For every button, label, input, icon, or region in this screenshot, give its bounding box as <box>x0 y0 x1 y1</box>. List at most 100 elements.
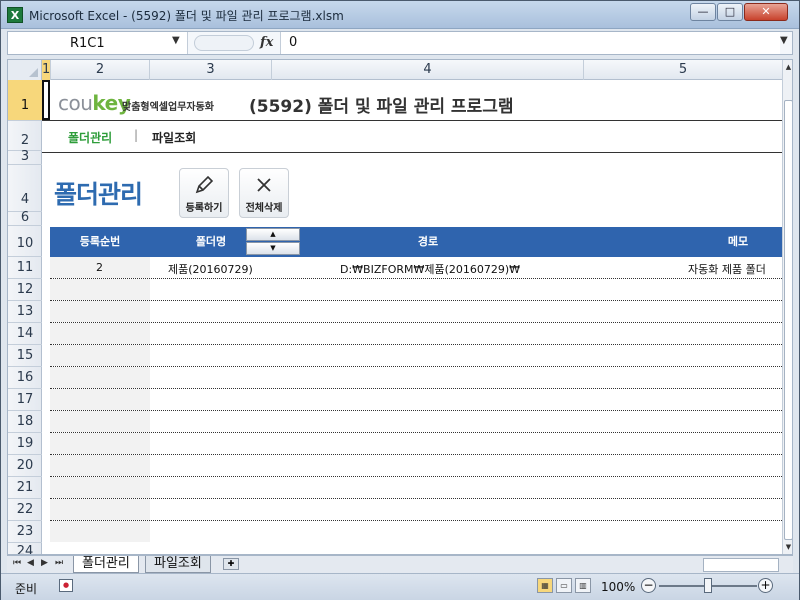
row-header[interactable]: 12 <box>8 279 42 301</box>
row-header[interactable]: 22 <box>8 499 42 521</box>
row-folder-name: 제품(20160729) <box>168 263 253 276</box>
minimize-button[interactable]: — <box>690 3 716 21</box>
scroll-thumb[interactable] <box>784 100 792 540</box>
status-ready: 준비 <box>15 582 38 596</box>
column-header-bar: 1 2 3 4 5 <box>8 60 792 80</box>
page-break-view-icon[interactable]: ▥ <box>575 578 591 593</box>
table-row[interactable] <box>50 367 782 389</box>
table-row[interactable] <box>50 499 782 521</box>
expand-formula-bar-icon[interactable]: ▼ <box>780 35 788 46</box>
scroll-up-icon[interactable]: ▲ <box>784 62 792 72</box>
column-title-memo: 메모 <box>727 235 749 248</box>
status-bar: 준비 ● ▦ ▭ ▥ 100% − + <box>1 573 799 600</box>
name-box[interactable]: R1C1 ▼ <box>8 32 188 54</box>
name-box-value: R1C1 <box>70 36 105 51</box>
column-header[interactable]: 1 <box>42 60 51 80</box>
row-header[interactable]: 3 <box>8 150 42 165</box>
scroll-down-icon[interactable]: ▼ <box>784 542 792 552</box>
last-sheet-icon[interactable]: ⏭ <box>55 558 63 568</box>
nav-link-file-search[interactable]: 파일조회 <box>152 129 196 146</box>
formula-bar-splitter[interactable] <box>194 35 254 51</box>
zoom-out-icon[interactable]: − <box>641 578 656 593</box>
cell-area[interactable]: coukey 맞춤형엑셀업무자동화 (5592) 폴더 및 파일 관리 프로그램… <box>42 80 782 554</box>
table-row[interactable] <box>50 455 782 477</box>
row-header[interactable]: 15 <box>8 345 42 367</box>
nav-separator: | <box>134 128 139 142</box>
row-header[interactable]: 21 <box>8 477 42 499</box>
sheet-tab-bar: ⏮ ◀ ▶ ⏭ 폴더관리 파일조회 ✚ <box>7 555 793 573</box>
select-all-corner[interactable] <box>8 60 42 80</box>
page-title: (5592) 폴더 및 파일 관리 프로그램 <box>249 97 514 117</box>
row-header[interactable]: 10 <box>8 226 42 257</box>
register-label: 등록하기 <box>185 203 223 214</box>
maximize-button[interactable]: □ <box>717 3 743 21</box>
next-sheet-icon[interactable]: ▶ <box>41 558 48 568</box>
table-row[interactable] <box>50 345 782 367</box>
table-row[interactable] <box>50 521 782 543</box>
row-path: D:₩BIZFORM₩제품(20160729)₩ <box>340 263 521 276</box>
sheet-tab-folder-management[interactable]: 폴더관리 <box>73 556 139 573</box>
table-row[interactable] <box>50 433 782 455</box>
prev-sheet-icon[interactable]: ◀ <box>27 558 34 568</box>
row-header[interactable]: 6 <box>8 211 42 226</box>
table-row[interactable] <box>50 477 782 499</box>
active-cell[interactable] <box>42 80 50 120</box>
nav-divider <box>42 152 782 153</box>
section-title: 폴더관리 <box>54 180 143 209</box>
row-header[interactable]: 16 <box>8 367 42 389</box>
insert-function-icon[interactable]: fx <box>260 35 273 50</box>
delete-all-button[interactable]: 전체삭제 <box>239 168 289 218</box>
zoom-level[interactable]: 100% <box>601 580 635 594</box>
row-header[interactable]: 24 <box>8 543 42 554</box>
title-divider <box>42 120 782 121</box>
formula-input[interactable]: 0 <box>280 32 780 54</box>
row-header[interactable]: 19 <box>8 433 42 455</box>
row-header[interactable]: 2 <box>8 121 42 151</box>
column-title-path: 경로 <box>417 235 439 248</box>
row-header[interactable]: 4 <box>8 165 42 212</box>
formula-value: 0 <box>289 35 298 50</box>
excel-app-icon[interactable]: X <box>7 7 23 23</box>
column-title-number: 등록순번 <box>79 235 121 248</box>
close-button[interactable]: ✕ <box>744 3 788 21</box>
row-header[interactable]: 20 <box>8 455 42 477</box>
chevron-down-icon[interactable]: ▼ <box>172 35 180 46</box>
row-header[interactable]: 23 <box>8 521 42 543</box>
table-row[interactable] <box>50 301 782 323</box>
row-header[interactable]: 14 <box>8 323 42 345</box>
horizontal-scrollbar[interactable] <box>703 558 779 572</box>
macro-record-icon[interactable]: ● <box>59 579 73 592</box>
coukey-logo: coukey <box>58 91 131 115</box>
row-header-bar: 1 2 3 4 6 10 11 12 13 14 15 16 17 18 19 … <box>8 80 42 554</box>
first-sheet-icon[interactable]: ⏮ <box>13 558 21 568</box>
row-header[interactable]: 18 <box>8 411 42 433</box>
row-number: 2 <box>96 261 103 274</box>
zoom-slider-thumb[interactable] <box>704 578 712 593</box>
column-header[interactable]: 2 <box>51 60 150 80</box>
row-header[interactable]: 11 <box>8 257 42 279</box>
row-header[interactable]: 17 <box>8 389 42 411</box>
table-row[interactable] <box>50 389 782 411</box>
insert-sheet-icon[interactable]: ✚ <box>223 558 239 570</box>
table-row[interactable] <box>50 323 782 345</box>
sheet-tab-file-search[interactable]: 파일조회 <box>145 556 211 573</box>
vertical-scrollbar[interactable]: ▲ ▼ <box>782 60 792 554</box>
delete-all-label: 전체삭제 <box>245 203 283 214</box>
nav-link-folder-management[interactable]: 폴더관리 <box>68 129 112 146</box>
column-header[interactable]: 4 <box>272 60 584 80</box>
zoom-in-icon[interactable]: + <box>758 578 773 593</box>
page-layout-view-icon[interactable]: ▭ <box>556 578 572 593</box>
table-row[interactable]: 2 제품(20160729) D:₩BIZFORM₩제품(20160729)₩ … <box>50 257 782 279</box>
worksheet-grid: 1 2 3 4 5 1 2 3 4 6 10 11 12 13 14 15 16… <box>7 59 793 555</box>
register-button[interactable]: 등록하기 <box>179 168 229 218</box>
table-row[interactable] <box>50 411 782 433</box>
normal-view-icon[interactable]: ▦ <box>537 578 553 593</box>
column-header[interactable]: 5 <box>584 60 782 80</box>
x-icon <box>240 173 288 197</box>
table-row[interactable] <box>50 279 782 301</box>
logo-tagline: 맞춤형엑셀업무자동화 <box>122 102 214 113</box>
row-header[interactable]: 1 <box>8 80 42 121</box>
window-title: Microsoft Excel - (5592) 폴더 및 파일 관리 프로그램… <box>29 9 344 23</box>
row-header[interactable]: 13 <box>8 301 42 323</box>
column-header[interactable]: 3 <box>150 60 272 80</box>
